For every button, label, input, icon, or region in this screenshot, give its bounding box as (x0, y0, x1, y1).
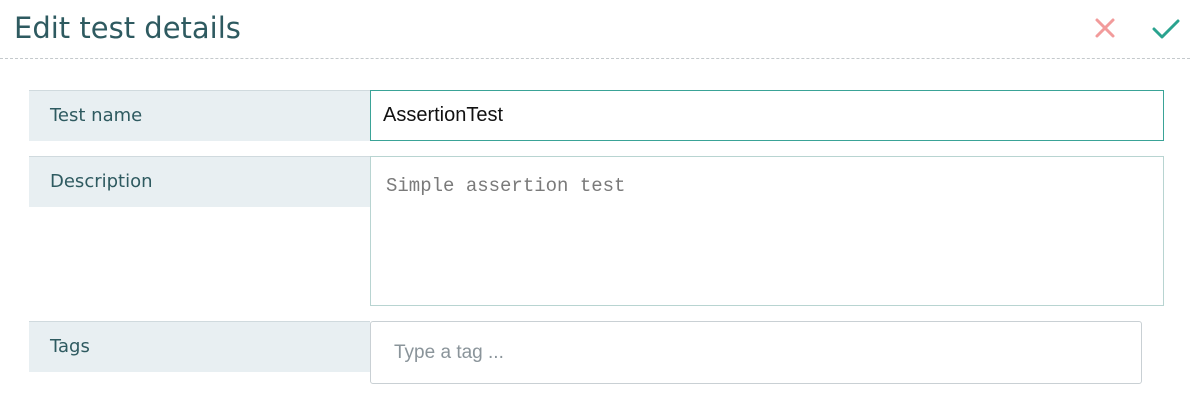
dialog-header: Edit test details (0, 0, 1190, 59)
close-icon (1095, 18, 1115, 38)
description-label: Description (29, 156, 370, 207)
tags-input[interactable] (370, 321, 1142, 384)
checkmark-icon (1152, 19, 1180, 39)
description-textarea[interactable]: Simple assertion test (370, 156, 1164, 306)
cancel-button[interactable] (1090, 14, 1120, 44)
save-button[interactable] (1150, 14, 1180, 44)
test-name-input[interactable] (370, 90, 1164, 141)
page-title: Edit test details (14, 11, 241, 45)
test-name-label: Test name (29, 90, 370, 141)
tags-label: Tags (29, 321, 370, 372)
